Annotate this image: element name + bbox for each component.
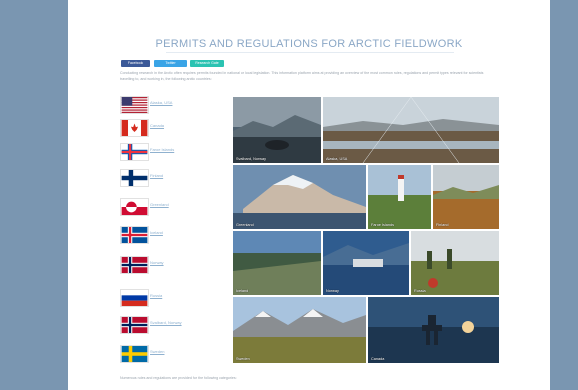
photo-tile-alaska[interactable]: Alaska, USA xyxy=(323,97,499,163)
country-link-label[interactable]: Faroe Islands xyxy=(150,147,174,152)
photo-caption: Iceland xyxy=(236,289,249,293)
left-background-band xyxy=(0,0,68,390)
norway-flag-icon xyxy=(120,316,149,334)
sweden-flag-icon xyxy=(120,345,149,363)
photo-caption: Svalbard, Norway xyxy=(236,157,266,161)
iceland-photo xyxy=(233,231,321,295)
title-divider xyxy=(166,52,454,53)
content-page: PERMITS AND REGULATIONS FOR ARCTIC FIELD… xyxy=(68,0,550,390)
canada-photo xyxy=(368,297,499,363)
iceland-flag-icon xyxy=(120,226,149,244)
russia-photo xyxy=(411,231,499,295)
photo-caption: Canada xyxy=(371,357,385,361)
photo-caption: Sweden xyxy=(236,357,250,361)
photo-tile-finland[interactable]: Finland xyxy=(433,165,499,229)
photo-collage: Svalbard, Norway Alaska, USA Greenland F… xyxy=(233,97,499,363)
country-link-label[interactable]: Norway xyxy=(150,260,164,265)
greenland-photo xyxy=(233,165,366,229)
faroe-islands-flag-icon xyxy=(120,143,149,161)
alaska-photo xyxy=(323,97,499,163)
canada-flag-icon xyxy=(120,119,149,137)
usa-flag-icon xyxy=(120,96,149,114)
photo-caption: Finland xyxy=(436,223,449,227)
russia-flag-icon xyxy=(120,289,149,307)
norway-photo xyxy=(323,231,409,295)
country-link-label[interactable]: Alaska, USA xyxy=(150,100,172,105)
country-link-label[interactable]: Svalbard, Norway xyxy=(150,320,182,325)
country-link-label[interactable]: Canada xyxy=(150,123,164,128)
photo-caption: Faroe Islands xyxy=(371,223,395,227)
photo-tile-svalbard[interactable]: Svalbard, Norway xyxy=(233,97,321,163)
greenland-flag-icon xyxy=(120,198,149,216)
country-link-label[interactable]: Greenland xyxy=(150,202,169,207)
intro-paragraph: Conducting research in the Arctic often … xyxy=(120,71,484,81)
photo-tile-norway[interactable]: Norway xyxy=(323,231,409,295)
photo-tile-sweden[interactable]: Sweden xyxy=(233,297,366,363)
categories-intro: Numerous rules and regulations are provi… xyxy=(120,376,237,380)
photo-tile-canada[interactable]: Canada xyxy=(368,297,499,363)
country-link-label[interactable]: Finland xyxy=(150,173,163,178)
page-title: PERMITS AND REGULATIONS FOR ARCTIC FIELD… xyxy=(155,38,463,50)
photo-caption: Alaska, USA xyxy=(326,157,348,161)
researchgate-share-button[interactable]: Research Gate xyxy=(190,60,224,67)
norway-flag-icon xyxy=(120,256,149,274)
faroe-islands-photo xyxy=(368,165,431,229)
photo-tile-russia[interactable]: Russia xyxy=(411,231,499,295)
twitter-share-button[interactable]: Twitter xyxy=(154,60,187,67)
facebook-share-button[interactable]: Facebook xyxy=(121,60,150,67)
photo-tile-faroe-islands[interactable]: Faroe Islands xyxy=(368,165,431,229)
photo-caption: Russia xyxy=(414,289,426,293)
photo-tile-iceland[interactable]: Iceland xyxy=(233,231,321,295)
photo-caption: Greenland xyxy=(236,223,254,227)
sweden-photo xyxy=(233,297,366,363)
country-link-label[interactable]: Sweden xyxy=(150,349,164,354)
right-background-band xyxy=(550,0,578,390)
country-link-label[interactable]: Russia xyxy=(150,293,162,298)
finland-flag-icon xyxy=(120,169,149,187)
photo-caption: Norway xyxy=(326,289,339,293)
photo-tile-greenland[interactable]: Greenland xyxy=(233,165,366,229)
country-link-label[interactable]: Iceland xyxy=(150,230,163,235)
finland-photo xyxy=(433,165,499,229)
svalbard-photo xyxy=(233,97,321,163)
